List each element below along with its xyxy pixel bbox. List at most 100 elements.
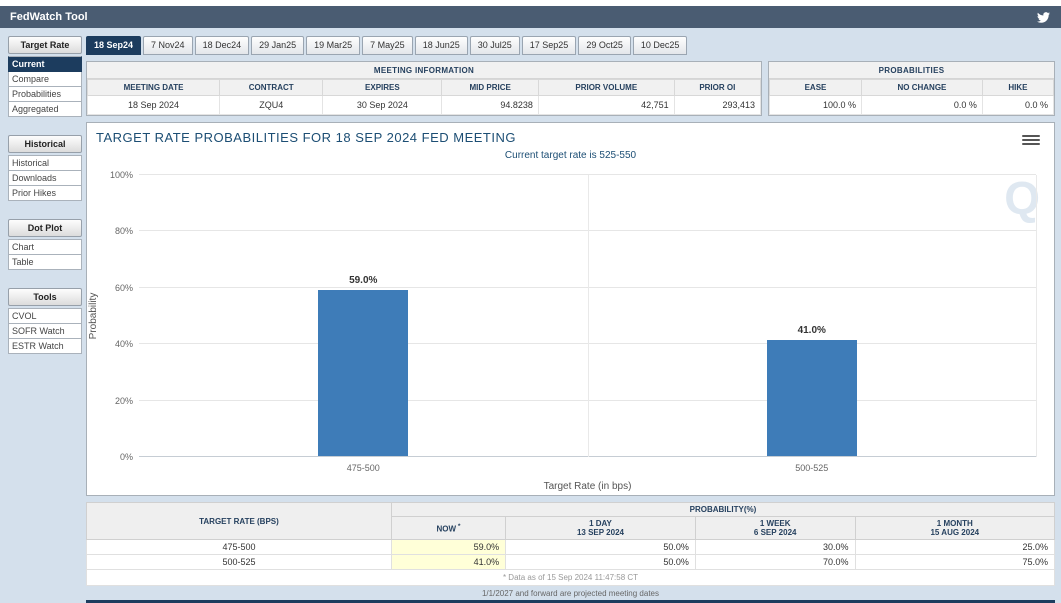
table-row: 475-50059.0%50.0%30.0%25.0% [87, 540, 1055, 555]
sidebar-item-chart[interactable]: Chart [8, 239, 82, 255]
sidebar-section-tools[interactable]: Tools [8, 288, 82, 306]
twitter-icon[interactable] [1036, 11, 1051, 24]
app-title: FedWatch Tool [10, 11, 88, 23]
sidebar-item-table[interactable]: Table [8, 255, 82, 270]
sidebar-item-probabilities[interactable]: Probabilities [8, 87, 82, 102]
value-row: 100.0 %0.0 %0.0 % [770, 96, 1054, 115]
col-header-no-change: NO CHANGE [861, 80, 982, 96]
col-header-probability-group: PROBABILITY(%) [391, 503, 1054, 517]
meeting-date-tabs: 18 Sep247 Nov2418 Dec2429 Jan2519 Mar257… [86, 36, 1055, 55]
col-header-mid-price: MID PRICE [442, 80, 539, 96]
sidebar-section-historical[interactable]: Historical [8, 135, 82, 153]
probabilities-summary-table: EASENO CHANGEHIKE100.0 %0.0 %0.0 % [769, 79, 1054, 115]
col-header-target-rate: TARGET RATE (BPS) [87, 503, 392, 540]
value-cell: 30 Sep 2024 [323, 96, 442, 115]
rate-cell: 500-525 [87, 555, 392, 570]
body-area: Target Rate CurrentCompareProbabilitiesAg… [0, 28, 1061, 603]
tab-7-may25[interactable]: 7 May25 [362, 36, 413, 55]
table-footnote: * Data as of 15 Sep 2024 11:47:58 CT [87, 570, 1055, 586]
tab-17-sep25[interactable]: 17 Sep25 [522, 36, 577, 55]
x-tick-label: 475-500 [318, 463, 408, 473]
tab-7-nov24[interactable]: 7 Nov24 [143, 36, 193, 55]
probability-cell: 70.0% [695, 555, 855, 570]
value-cell: 100.0 % [770, 96, 862, 115]
value-cell: 0.0 % [982, 96, 1053, 115]
value-cell: ZQU4 [220, 96, 323, 115]
bar-value-label: 41.0% [767, 325, 857, 336]
value-cell: 94.8238 [442, 96, 539, 115]
sidebar-item-current[interactable]: Current [8, 56, 82, 72]
probabilities-panel: PROBABILITIES EASENO CHANGEHIKE100.0 %0.… [768, 61, 1055, 116]
menu-bar [1022, 143, 1040, 145]
header-row: EASENO CHANGEHIKE [770, 80, 1054, 96]
sidebar-item-downloads[interactable]: Downloads [8, 171, 82, 186]
fedwatch-page: FedWatch Tool Target RateCurrentCompareP… [0, 0, 1061, 603]
tab-19-mar25[interactable]: 19 Mar25 [306, 36, 360, 55]
sidebar-item-estr-watch[interactable]: ESTR Watch [8, 339, 82, 354]
value-cell: 293,413 [674, 96, 760, 115]
probability-cell: 50.0% [506, 555, 696, 570]
tab-29-jan25[interactable]: 29 Jan25 [251, 36, 304, 55]
gridline [1036, 175, 1037, 457]
tab-29-oct25[interactable]: 29 Oct25 [578, 36, 631, 55]
tab-18-sep24[interactable]: 18 Sep24 [86, 36, 141, 55]
y-axis-label: Probability [88, 254, 104, 378]
col-header-1-week: 1 WEEK6 SEP 2024 [695, 517, 855, 540]
col-header-1-month: 1 MONTH15 AUG 2024 [855, 517, 1054, 540]
now-probability-cell: 41.0% [391, 555, 505, 570]
sidebar-item-cvol[interactable]: CVOL [8, 308, 82, 324]
sidebar: Target Rate CurrentCompareProbabilitiesAg… [8, 36, 82, 372]
value-cell: 42,751 [538, 96, 674, 115]
tab-30-jul25[interactable]: 30 Jul25 [470, 36, 520, 55]
projection-note: 1/1/2027 and forward are projected meeti… [86, 589, 1055, 598]
probability-cell: 30.0% [695, 540, 855, 555]
probabilities-title: PROBABILITIES [769, 62, 1054, 79]
probability-history-table: TARGET RATE (BPS)PROBABILITY(%)NOW *1 DA… [86, 502, 1055, 586]
col-header-expires: EXPIRES [323, 80, 442, 96]
chart-bar-475-500[interactable] [318, 290, 408, 456]
col-header-prior-volume: PRIOR VOLUME [538, 80, 674, 96]
col-header-prior-oi: PRIOR OI [674, 80, 760, 96]
sidebar-section-dot-plot[interactable]: Dot Plot [8, 219, 82, 237]
sidebar-section-target-rate[interactable]: Target Rate [8, 36, 82, 54]
sidebar-item-compare[interactable]: Compare [8, 72, 82, 87]
rate-cell: 475-500 [87, 540, 392, 555]
bar-value-label: 59.0% [318, 275, 408, 286]
x-axis-label: Target Rate (in bps) [139, 481, 1036, 492]
probability-cell: 75.0% [855, 555, 1054, 570]
tab-18-dec24[interactable]: 18 Dec24 [195, 36, 250, 55]
col-header-now: NOW * [391, 517, 505, 540]
sidebar-item-prior-hikes[interactable]: Prior Hikes [8, 186, 82, 201]
header-row: MEETING DATECONTRACTEXPIRESMID PRICEPRIO… [88, 80, 761, 96]
chart-title: TARGET RATE PROBABILITIES FOR 18 SEP 202… [96, 130, 516, 145]
y-tick-label: 80% [93, 226, 133, 236]
meeting-info-title: MEETING INFORMATION [87, 62, 761, 79]
col-header-meeting-date: MEETING DATE [88, 80, 220, 96]
sidebar-section-items: HistoricalDownloadsPrior Hikes [8, 155, 82, 201]
app-header: FedWatch Tool [0, 6, 1061, 28]
y-tick-label: 100% [93, 170, 133, 180]
footnote-row: * Data as of 15 Sep 2024 11:47:58 CT [87, 570, 1055, 586]
menu-bar [1022, 139, 1040, 141]
value-cell: 18 Sep 2024 [88, 96, 220, 115]
chart-bar-500-525[interactable] [767, 340, 857, 456]
chart-menu-icon[interactable] [1022, 133, 1040, 147]
sidebar-section-items: CVOLSOFR WatchESTR Watch [8, 308, 82, 354]
y-tick-label: 60% [93, 283, 133, 293]
chart-subtitle: Current target rate is 525-550 [87, 150, 1054, 161]
value-cell: 0.0 % [861, 96, 982, 115]
col-header-ease: EASE [770, 80, 862, 96]
meeting-info-table: MEETING DATECONTRACTEXPIRESMID PRICEPRIO… [87, 79, 761, 115]
value-row: 18 Sep 2024ZQU430 Sep 202494.823842,7512… [88, 96, 761, 115]
tab-10-dec25[interactable]: 10 Dec25 [633, 36, 688, 55]
sidebar-item-historical[interactable]: Historical [8, 155, 82, 171]
chart-panel: TARGET RATE PROBABILITIES FOR 18 SEP 202… [86, 122, 1055, 496]
table-header-row: TARGET RATE (BPS)PROBABILITY(%) [87, 503, 1055, 517]
sidebar-item-aggregated[interactable]: Aggregated [8, 102, 82, 117]
col-header-contract: CONTRACT [220, 80, 323, 96]
sidebar-item-sofr-watch[interactable]: SOFR Watch [8, 324, 82, 339]
y-tick-label: 0% [93, 452, 133, 462]
table-row: 500-52541.0%50.0%70.0%75.0% [87, 555, 1055, 570]
tab-18-jun25[interactable]: 18 Jun25 [415, 36, 468, 55]
sidebar-section-items: CurrentCompareProbabilitiesAggregated [8, 56, 82, 117]
